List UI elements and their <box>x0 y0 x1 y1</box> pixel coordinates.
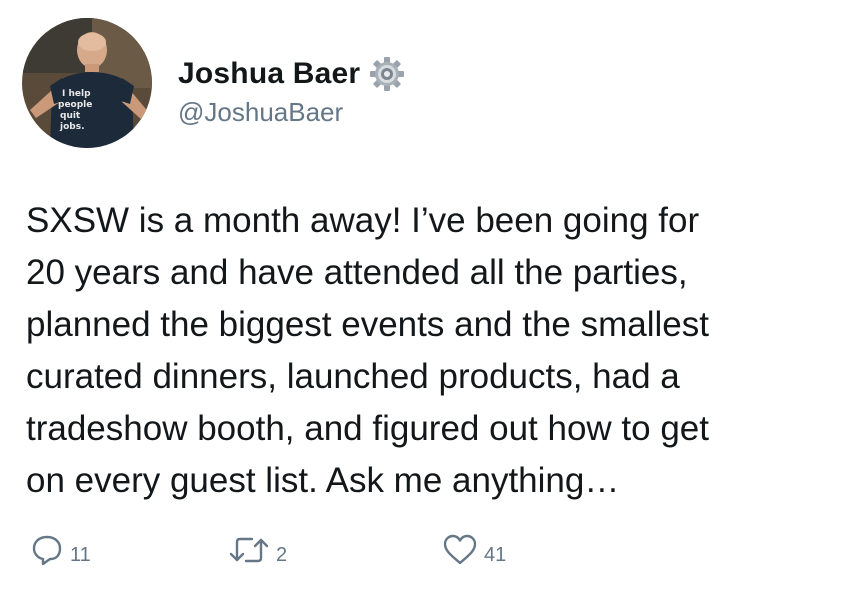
reply-count: 11 <box>70 543 91 566</box>
reply-button[interactable]: 11 <box>30 533 91 567</box>
like-count: 41 <box>484 543 507 566</box>
retweet-icon <box>229 537 269 563</box>
avatar-shirt-text-4: jobs. <box>59 122 85 132</box>
user-handle[interactable]: @JoshuaBaer <box>178 97 343 128</box>
reply-icon <box>32 535 62 566</box>
tweet-text: SXSW is a month away! I’ve been going fo… <box>26 195 846 507</box>
like-button[interactable]: 41 <box>442 533 506 567</box>
avatar-shirt-text-3: quit <box>60 111 81 121</box>
tweet-line: planned the biggest events and the small… <box>26 305 709 344</box>
retweet-count: 2 <box>276 543 288 566</box>
tweet-line: on every guest list. Ask me anything… <box>26 461 620 500</box>
display-name[interactable]: Joshua Baer <box>178 57 360 91</box>
tweet-line: SXSW is a month away! I’ve been going fo… <box>26 201 700 240</box>
avatar-shirt-text-1: I help <box>62 89 91 99</box>
avatar[interactable]: I help people quit jobs. <box>22 18 152 148</box>
gear-icon <box>368 55 406 93</box>
tweet-line: 20 years and have attended all the parti… <box>26 253 688 292</box>
tweet-line: curated dinners, launched products, had … <box>26 357 680 396</box>
avatar-photo: I help people quit jobs. <box>22 18 152 148</box>
tweet-card: I help people quit jobs. Joshua Baer @Jo… <box>0 0 858 602</box>
tweet-line: tradeshow booth, and figured out how to … <box>26 409 709 448</box>
retweet-button[interactable]: 2 <box>228 533 287 567</box>
name-row: Joshua Baer <box>178 55 406 93</box>
heart-icon <box>443 534 477 565</box>
avatar-shirt-text-2: people <box>58 100 92 110</box>
tweet-actions: 11 2 41 <box>30 533 630 573</box>
